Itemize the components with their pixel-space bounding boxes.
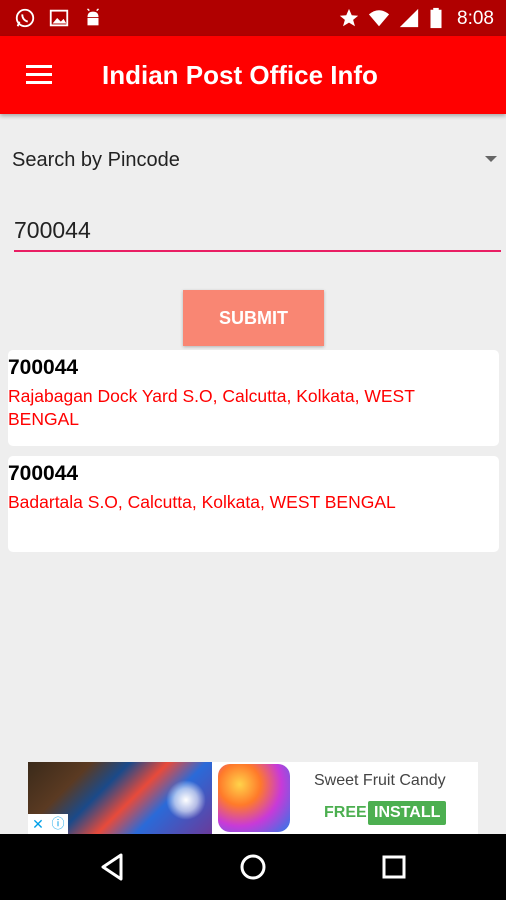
result-address: Badartala S.O, Calcutta, Kolkata, WEST B…	[8, 492, 396, 512]
star-icon	[339, 8, 359, 27]
home-icon[interactable]	[235, 849, 271, 885]
search-type-dropdown[interactable]: Search by Pincode	[0, 138, 506, 182]
status-time: 8:08	[457, 8, 494, 29]
battery-icon	[430, 7, 442, 29]
ad-app-icon	[218, 764, 290, 832]
ad-banner[interactable]: Sweet Fruit Candy FREE INSTALL ✕ ⓘ	[28, 762, 478, 834]
navigation-bar	[0, 834, 506, 900]
back-icon[interactable]	[95, 849, 131, 885]
ad-info-icon[interactable]: ⓘ	[48, 814, 68, 834]
result-pincode: 700044	[8, 462, 79, 485]
hamburger-menu-icon[interactable]	[24, 63, 54, 87]
ad-close-icon[interactable]: ✕	[28, 814, 48, 834]
ad-title: Sweet Fruit Candy	[314, 772, 446, 789]
image-icon	[49, 9, 69, 27]
app-title: Indian Post Office Info	[102, 60, 378, 90]
recents-icon[interactable]	[376, 849, 412, 885]
result-card[interactable]: 700044 Rajabagan Dock Yard S.O, Calcutta…	[8, 350, 499, 446]
submit-button[interactable]: SUBMIT	[183, 290, 324, 346]
signal-icon	[399, 8, 419, 28]
result-address: Rajabagan Dock Yard S.O, Calcutta, Kolka…	[8, 386, 415, 429]
pincode-input[interactable]	[14, 210, 501, 252]
wifi-icon	[368, 10, 390, 27]
ad-free-label: FREE	[324, 804, 367, 821]
ad-install-button[interactable]: INSTALL	[368, 801, 447, 825]
whatsapp-icon	[15, 8, 35, 28]
status-bar: 8:08	[0, 0, 506, 36]
app-bar: Indian Post Office Info	[0, 36, 506, 114]
android-icon	[87, 8, 99, 26]
dropdown-arrow-icon	[485, 156, 497, 162]
result-pincode: 700044	[8, 356, 79, 379]
search-type-label: Search by Pincode	[12, 149, 180, 171]
result-card[interactable]: 700044 Badartala S.O, Calcutta, Kolkata,…	[8, 456, 499, 552]
